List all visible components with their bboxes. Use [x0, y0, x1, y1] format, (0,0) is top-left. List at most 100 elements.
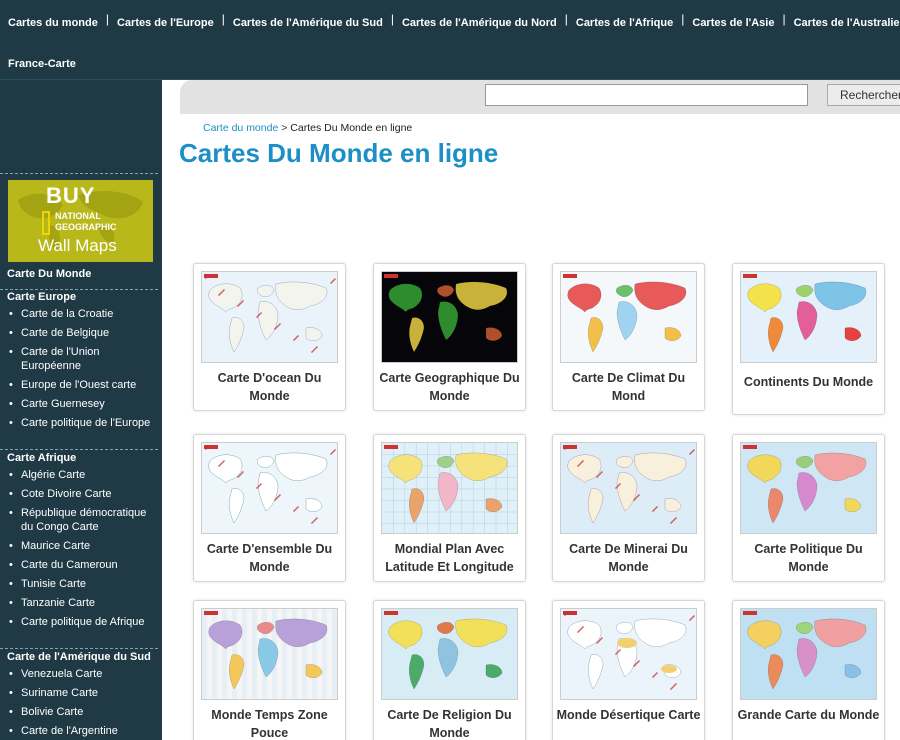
map-thumbnail[interactable] — [740, 271, 877, 363]
sidebar-heading-afrique[interactable]: Carte Afrique — [0, 450, 162, 466]
nav-separator: | — [782, 12, 786, 26]
sidebar-item[interactable]: Carte de la Croatie — [0, 305, 162, 324]
map-thumbnail-image — [741, 609, 876, 699]
map-thumbnail[interactable] — [740, 608, 877, 700]
sidebar: BUY NATIONAL GEOGRAPHIC Wall Maps Carte D… — [0, 80, 162, 740]
sidebar-item[interactable]: Suriname Carte — [0, 684, 162, 703]
sidebar-item[interactable]: Carte du Cameroun — [0, 556, 162, 575]
sidebar-item-link[interactable]: Carte de l'Union Européenne — [21, 346, 100, 372]
map-thumbnail[interactable] — [201, 442, 338, 534]
sidebar-item[interactable]: Carte politique de l'Europe — [0, 414, 162, 433]
sidebar-item[interactable]: Carte de l'Argentine — [0, 722, 162, 740]
sidebar-item[interactable]: Tanzanie Carte — [0, 594, 162, 613]
search-button[interactable]: Rechercher — [827, 84, 900, 106]
sidebar-item-link[interactable]: Algérie Carte — [21, 469, 85, 481]
map-card-title[interactable]: Carte De Minerai Du Monde — [555, 540, 702, 576]
map-card[interactable]: Carte De Minerai Du Monde — [552, 434, 705, 582]
map-thumbnail[interactable] — [201, 608, 338, 700]
map-thumbnail[interactable] — [201, 271, 338, 363]
map-thumbnail[interactable] — [381, 271, 518, 363]
sidebar-item[interactable]: Carte de Belgique — [0, 324, 162, 343]
map-card-title[interactable]: Monde Temps Zone Pouce — [196, 706, 343, 740]
sidebar-item-link[interactable]: Venezuela Carte — [21, 668, 102, 680]
nav-link-cartes-de-l-afrique[interactable]: Cartes de l'Afrique — [568, 12, 681, 34]
main-content: Rechercher Carte du monde > Cartes Du Mo… — [162, 80, 900, 740]
sidebar-item-link[interactable]: Carte de l'Argentine — [21, 725, 118, 737]
sidebar-item-link[interactable]: Carte politique de Afrique — [21, 616, 145, 628]
map-card-title[interactable]: Continents Du Monde — [735, 373, 882, 391]
search-input[interactable] — [485, 84, 808, 106]
breadcrumb: Carte du monde > Cartes Du Monde en lign… — [203, 122, 412, 134]
sidebar-item[interactable]: Carte politique de Afrique — [0, 613, 162, 632]
sidebar-item-link[interactable]: Carte de Belgique — [21, 327, 109, 339]
map-thumbnail[interactable] — [740, 442, 877, 534]
map-card[interactable]: Carte D'ensemble Du Monde — [193, 434, 346, 582]
map-card-title[interactable]: Mondial Plan Avec Latitude Et Longitude — [376, 540, 523, 576]
sidebar-item[interactable]: Bolivie Carte — [0, 703, 162, 722]
sidebar-item[interactable]: Venezuela Carte — [0, 665, 162, 684]
nav-link-cartes-de-l-asie[interactable]: Cartes de l'Asie — [684, 12, 782, 34]
map-thumbnail[interactable] — [560, 271, 697, 363]
nav-separator: | — [681, 12, 685, 26]
sidebar-item-link[interactable]: Carte Guernesey — [21, 398, 105, 410]
map-thumbnail-image — [741, 443, 876, 533]
sidebar-heading-europe[interactable]: Carte Europe — [0, 289, 162, 305]
map-thumbnail[interactable] — [560, 608, 697, 700]
map-card-title[interactable]: Grande Carte du Monde — [735, 706, 882, 724]
map-card-title[interactable]: Carte De Religion Du Monde — [376, 706, 523, 740]
map-card[interactable]: Mondial Plan Avec Latitude Et Longitude — [373, 434, 526, 582]
map-thumbnail[interactable] — [381, 608, 518, 700]
map-card[interactable]: Carte De Religion Du Monde — [373, 600, 526, 740]
map-card[interactable]: Carte De Climat Du Mond — [552, 263, 705, 411]
sidebar-item[interactable]: Tunisie Carte — [0, 575, 162, 594]
map-card[interactable]: Monde Temps Zone Pouce — [193, 600, 346, 740]
map-thumbnail[interactable] — [560, 442, 697, 534]
nav-separator: | — [390, 12, 394, 26]
sidebar-item-link[interactable]: République démocratique du Congo Carte — [21, 507, 146, 533]
sidebar-item-link[interactable]: Carte politique de l'Europe — [21, 417, 150, 429]
sidebar-carte-du-monde[interactable]: Carte Du Monde — [0, 266, 162, 282]
nav-link-cartes-de-l-am-rique-du-nord[interactable]: Cartes de l'Amérique du Nord — [394, 12, 565, 34]
map-thumbnail[interactable] — [381, 442, 518, 534]
sidebar-item[interactable]: Europe de l'Ouest carte — [0, 376, 162, 395]
sidebar-item[interactable]: Algérie Carte — [0, 466, 162, 485]
top-navigation: Cartes du monde | Cartes de l'Europe | Carte… — [0, 0, 900, 80]
sidebar-item-link[interactable]: Bolivie Carte — [21, 706, 83, 718]
nav-link-cartes-de-l-europe[interactable]: Cartes de l'Europe — [109, 12, 222, 34]
sidebar-item-link[interactable]: Europe de l'Ouest carte — [21, 379, 136, 391]
map-card-title[interactable]: Carte D'ocean Du Monde — [196, 369, 343, 405]
nav-link-cartes-de-l-australie[interactable]: Cartes de l'Australie — [786, 12, 900, 34]
nav-link-france-carte[interactable]: France-Carte — [0, 53, 84, 75]
map-card-title[interactable]: Carte Politique Du Monde — [735, 540, 882, 576]
nav-link-cartes-de-l-am-rique-du-sud[interactable]: Cartes de l'Amérique du Sud — [225, 12, 391, 34]
sidebar-item[interactable]: Cote Divoire Carte — [0, 485, 162, 504]
sidebar-heading-amerique-sud[interactable]: Carte de l'Amérique du Sud — [0, 649, 162, 665]
map-card[interactable]: Carte Politique Du Monde — [732, 434, 885, 582]
map-card-title[interactable]: Carte Geographique Du Monde — [376, 369, 523, 405]
nav-link-cartes-du-monde[interactable]: Cartes du monde — [0, 12, 106, 34]
sidebar-item-link[interactable]: Tanzanie Carte — [21, 597, 95, 609]
sidebar-list-amerique-sud: Venezuela Carte Suriname Carte Bolivie Car… — [0, 665, 162, 740]
map-card-title[interactable]: Carte D'ensemble Du Monde — [196, 540, 343, 576]
sidebar-item-link[interactable]: Maurice Carte — [21, 540, 90, 552]
sidebar-item[interactable]: Maurice Carte — [0, 537, 162, 556]
map-card[interactable]: Grande Carte du Monde — [732, 600, 885, 740]
map-card[interactable]: Carte D'ocean Du Monde — [193, 263, 346, 411]
map-card[interactable]: Carte Geographique Du Monde — [373, 263, 526, 411]
national-geographic-banner[interactable]: BUY NATIONAL GEOGRAPHIC Wall Maps — [8, 180, 153, 262]
map-card[interactable]: Continents Du Monde — [732, 263, 885, 415]
sidebar-item-link[interactable]: Carte du Cameroun — [21, 559, 118, 571]
sidebar-divider — [0, 173, 158, 174]
breadcrumb-home-link[interactable]: Carte du monde — [203, 122, 278, 134]
map-card-title[interactable]: Monde Désertique Carte — [555, 706, 702, 724]
sidebar-item-link[interactable]: Suriname Carte — [21, 687, 98, 699]
sidebar-item[interactable]: Carte de l'Union Européenne — [0, 343, 162, 376]
sidebar-item-link[interactable]: Carte de la Croatie — [21, 308, 113, 320]
sidebar-item[interactable]: République démocratique du Congo Carte — [0, 504, 162, 537]
top-nav-row-1: Cartes du monde | Cartes de l'Europe | Carte… — [0, 12, 900, 34]
sidebar-item-link[interactable]: Tunisie Carte — [21, 578, 86, 590]
map-card-title[interactable]: Carte De Climat Du Mond — [555, 369, 702, 405]
sidebar-item-link[interactable]: Cote Divoire Carte — [21, 488, 111, 500]
map-card[interactable]: Monde Désertique Carte — [552, 600, 705, 740]
sidebar-item[interactable]: Carte Guernesey — [0, 395, 162, 414]
